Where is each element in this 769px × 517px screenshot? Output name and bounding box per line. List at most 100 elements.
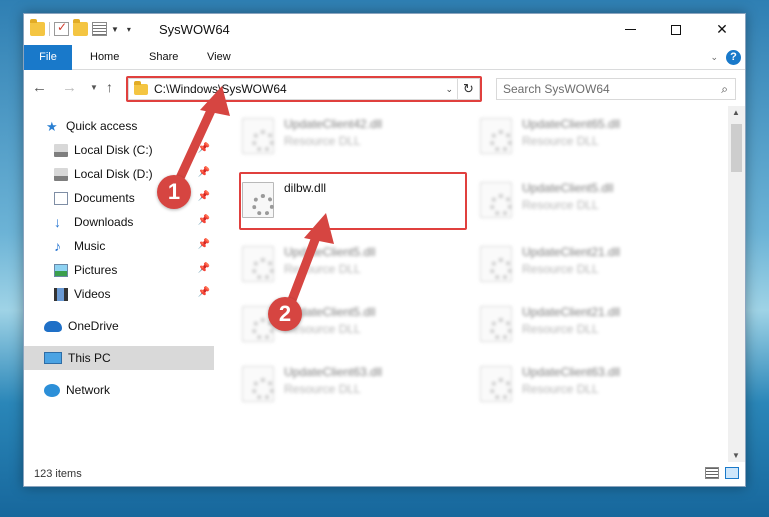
pin-icon[interactable]: 📌: [198, 215, 210, 226]
file-item[interactable]: UpdateClient5.dll Resource DLL: [470, 174, 700, 226]
file-item[interactable]: UpdateClient21.dll Resource DLL: [470, 238, 700, 290]
downloads-icon: ↓: [54, 213, 61, 230]
file-list: UpdateClient42.dll Resource DLL UpdateCl…: [232, 106, 732, 462]
music-icon: ♪: [54, 237, 61, 254]
sidebar-item-this-pc[interactable]: This PC: [24, 346, 214, 370]
maximize-icon: [671, 24, 681, 35]
file-type: Resource DLL: [522, 322, 599, 336]
qat-customize-icon[interactable]: ▾: [127, 25, 131, 34]
explorer-window: ▼ ▾ SysWOW64 ✕ File Home Share View ⌄ ? …: [23, 13, 746, 487]
file-type: Resource DLL: [522, 382, 599, 396]
forward-arrow-icon[interactable]: →: [62, 79, 77, 96]
dll-file-icon: [480, 306, 512, 342]
pin-icon[interactable]: 📌: [198, 263, 210, 274]
file-name: UpdateClient21.dll: [522, 245, 621, 259]
step-1-badge: 1: [157, 175, 191, 209]
file-name: UpdateClient63.dll: [522, 365, 621, 379]
sidebar-item-local-disk-c[interactable]: Local Disk (C:) 📌: [24, 138, 214, 162]
file-type: Resource DLL: [284, 134, 361, 148]
sidebar-item-label: Downloads: [74, 215, 134, 229]
quick-access-toolbar: ▼ ▾: [30, 19, 131, 36]
search-icon[interactable]: ⌕: [721, 82, 728, 97]
file-name: UpdateClient42.dll: [284, 117, 383, 131]
sidebar-item-label: Local Disk (C:): [74, 143, 153, 157]
navigation-pane: ★ Quick access Local Disk (C:) 📌 Local D…: [24, 106, 214, 462]
minimize-button[interactable]: [607, 14, 653, 45]
tab-home[interactable]: Home: [90, 45, 119, 70]
step-2-badge: 2: [268, 297, 302, 331]
tab-view[interactable]: View: [207, 45, 231, 70]
dll-file-icon: [242, 366, 274, 402]
expand-ribbon-chevron-icon[interactable]: ⌄: [710, 52, 718, 63]
item-count: 123 items: [34, 468, 82, 480]
address-row: ← → ▼ ↑ C:\Windows\SysWOW64 ⌄ ↻ Search S…: [24, 71, 745, 105]
up-arrow-icon[interactable]: ↑: [106, 79, 113, 95]
file-name: UpdateClient5.dll: [522, 181, 614, 195]
dll-file-icon: [480, 366, 512, 402]
disk-icon: [54, 143, 68, 157]
file-item[interactable]: UpdateClient65.dll Resource DLL: [470, 110, 700, 162]
scroll-thumb[interactable]: [731, 124, 742, 172]
minimize-icon: [624, 29, 636, 30]
sidebar-item-videos[interactable]: Videos 📌: [24, 282, 214, 306]
pictures-icon: [54, 263, 68, 277]
file-item[interactable]: UpdateClient21.dll Resource DLL: [470, 298, 700, 350]
network-icon: [44, 383, 60, 397]
qat-dropdown-icon[interactable]: ▼: [111, 25, 119, 34]
file-type: Resource DLL: [522, 198, 599, 212]
sidebar-item-label: Local Disk (D:): [74, 167, 153, 181]
maximize-button[interactable]: [653, 14, 699, 45]
search-input[interactable]: Search SysWOW64 ⌕: [496, 78, 736, 100]
onedrive-icon: [44, 320, 62, 332]
pin-icon[interactable]: 📌: [198, 239, 210, 250]
documents-icon: [54, 191, 68, 205]
search-placeholder: Search SysWOW64: [503, 82, 610, 96]
file-item[interactable]: UpdateClient5.dll Resource DLL: [232, 238, 462, 290]
close-button[interactable]: ✕: [699, 14, 745, 45]
pin-icon[interactable]: 📌: [198, 191, 210, 202]
pin-icon[interactable]: 📌: [198, 287, 210, 298]
sidebar-item-label: Quick access: [66, 119, 138, 133]
tab-share[interactable]: Share: [149, 45, 178, 70]
videos-icon: [54, 287, 68, 301]
new-folder-icon[interactable]: [73, 19, 88, 36]
recent-locations-chevron-icon[interactable]: ▼: [90, 83, 98, 92]
sidebar-item-quick-access[interactable]: ★ Quick access: [24, 114, 214, 138]
back-arrow-icon[interactable]: ←: [32, 79, 47, 96]
sidebar-item-pictures[interactable]: Pictures 📌: [24, 258, 214, 282]
vertical-scrollbar[interactable]: ▲ ▼: [728, 106, 745, 462]
dll-file-icon: [242, 246, 274, 282]
properties-check-icon[interactable]: [54, 20, 69, 36]
toolbar-divider: [49, 22, 50, 36]
tab-file[interactable]: File: [24, 45, 72, 70]
sidebar-item-onedrive[interactable]: OneDrive: [24, 314, 214, 338]
sidebar-item-label: Videos: [74, 287, 111, 301]
pin-icon[interactable]: 📌: [198, 143, 210, 154]
sidebar-item-label: Network: [66, 383, 111, 397]
sidebar-item-downloads[interactable]: ↓ Downloads 📌: [24, 210, 214, 234]
file-highlight-box: [239, 172, 467, 230]
scroll-up-icon[interactable]: ▲: [732, 108, 740, 117]
sidebar-item-music[interactable]: ♪ Music 📌: [24, 234, 214, 258]
sidebar-item-label: Documents: [74, 191, 135, 205]
file-item[interactable]: UpdateClient42.dll Resource DLL: [232, 110, 462, 162]
sidebar-item-label: Pictures: [74, 263, 118, 277]
details-view-icon[interactable]: [705, 467, 719, 479]
large-icons-view-icon[interactable]: [725, 467, 739, 479]
ribbon-tabs: File Home Share View ⌄ ?: [24, 45, 745, 70]
file-type: Resource DLL: [522, 262, 599, 276]
file-type: Resource DLL: [284, 382, 361, 396]
file-name: UpdateClient21.dll: [522, 305, 621, 319]
file-item[interactable]: UpdateClient63.dll Resource DLL: [232, 358, 462, 410]
address-highlight-box: [126, 76, 482, 102]
help-icon[interactable]: ?: [726, 50, 741, 65]
file-item[interactable]: UpdateClient5.dll Resource DLL: [232, 298, 462, 350]
scroll-down-icon[interactable]: ▼: [732, 451, 740, 460]
file-item[interactable]: UpdateClient63.dll Resource DLL: [470, 358, 700, 410]
window-controls: ✕: [607, 14, 745, 45]
dll-file-icon: [480, 182, 512, 218]
customize-list-icon[interactable]: [92, 22, 107, 36]
pin-icon[interactable]: 📌: [198, 167, 210, 178]
sidebar-item-network[interactable]: Network: [24, 378, 214, 402]
status-bar: 123 items: [24, 462, 745, 486]
